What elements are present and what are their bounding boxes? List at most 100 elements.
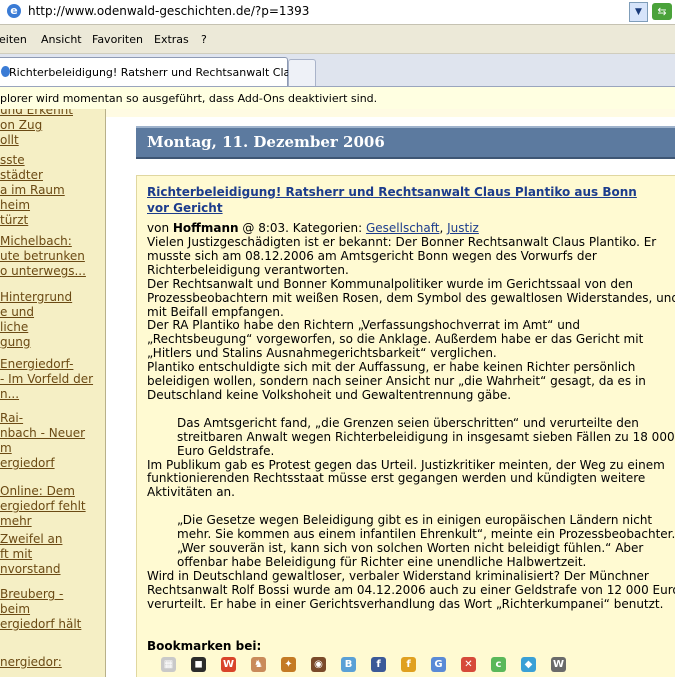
sidebar-link-line: mehr xyxy=(0,514,32,528)
sidebar-link-line: beim xyxy=(0,602,31,616)
sidebar-link-line: ft mit xyxy=(0,547,33,561)
sidebar-link-line: ergiedorf hält xyxy=(0,617,82,631)
new-tab-button[interactable] xyxy=(288,59,316,86)
menu-item-help[interactable]: ? xyxy=(201,33,207,46)
post: Richterbeleidigung! Ratsherr und Rechtsa… xyxy=(136,175,675,677)
post-body: Vielen Justizgeschädigten ist er bekannt… xyxy=(147,235,675,611)
sidebar-link-line: m xyxy=(0,441,12,455)
ie-page-icon: e xyxy=(7,4,21,18)
tab-title: Richterbeleidigung! Ratsherr und Rechtsa… xyxy=(9,66,317,79)
sidebar-link-line: Hintergrund xyxy=(0,290,73,304)
sidebar-link-line: Zweifel an xyxy=(0,532,63,546)
sidebar-link[interactable]: Energiedorf- - Im Vorfeld der n... xyxy=(0,357,93,402)
post-paragraph: Plantiko entschuldigte sich mit der Auff… xyxy=(147,360,646,402)
sidebar-link[interactable]: nergiedor: xyxy=(0,655,62,670)
menu-item-extras[interactable]: Extras xyxy=(154,33,189,46)
sidebar-link-line: ollt xyxy=(0,133,19,147)
sidebar-link[interactable]: sste städter a im Raum heim türzt xyxy=(0,153,65,228)
post-paragraph: Der Rechtsanwalt und Bonner Kommunalpoli… xyxy=(147,276,675,319)
sidebar-link-line: Rai- xyxy=(0,411,24,425)
tab-bar: Richterbeleidigung! Ratsherr und Rechtsa… xyxy=(0,54,675,87)
address-bar[interactable]: e http://www.odenwald-geschichten.de/?p=… xyxy=(0,0,675,25)
favoriten-icon[interactable]: f xyxy=(401,657,416,672)
sidebar-link-line: heim xyxy=(0,198,31,212)
delicious-icon[interactable]: ▦ xyxy=(161,657,176,672)
post-meta: von Hoffmann @ 8:03. Kategorien: Gesells… xyxy=(147,221,479,235)
post-paragraph: Im Publikum gab es Protest gegen das Urt… xyxy=(147,457,665,500)
facebook-icon[interactable]: f xyxy=(371,657,386,672)
mrwong-icon[interactable]: ◼ xyxy=(191,657,206,672)
category-link-justiz[interactable]: Justiz xyxy=(447,221,479,235)
page-viewport: und Erkennt on Zug ollt sste städter a im Rau… xyxy=(0,109,675,677)
meta-mid: @ 8:03. Kategorien: xyxy=(238,221,366,235)
post-paragraph: Wird in Deutschland gewaltloser, verbale… xyxy=(147,568,675,611)
menu-item-ansicht[interactable]: Ansicht xyxy=(41,33,82,46)
sidebar-link-line: ute betrunken xyxy=(0,249,85,263)
sidebar-link-line: e und xyxy=(0,305,35,319)
sidebar-link-line: sste xyxy=(0,153,25,167)
date-header-text: Montag, 11. Dezember 2006 xyxy=(147,133,385,151)
sidebar-link-line: ergiedorf fehlt xyxy=(0,499,86,513)
sidebar-link-line: o unterwegs... xyxy=(0,264,86,278)
sidebar-link[interactable]: Online: Dem ergiedorf fehlt mehr xyxy=(0,484,86,529)
sidebar-link-line: und Erkennt xyxy=(0,109,73,117)
folkd-icon[interactable]: ✦ xyxy=(281,657,296,672)
sidebar-link-line: nbach - Neuer xyxy=(0,426,86,440)
sidebar-link-line: n... xyxy=(0,387,20,401)
post-spacer xyxy=(147,403,675,417)
yigg-icon[interactable]: ♞ xyxy=(251,657,266,672)
go-refresh-icon[interactable]: ⇆ xyxy=(652,3,672,20)
post-paragraph: Das Amtsgericht fand, „die Grenzen seien… xyxy=(177,415,675,458)
info-bar-text: plorer wird momentan so ausgeführt, dass… xyxy=(0,92,378,105)
date-header: Montag, 11. Dezember 2006 xyxy=(136,126,675,159)
sidebar-link[interactable]: Hintergrund e und liche gung xyxy=(0,290,72,350)
post-paragraph: „Die Gesetze wegen Beleidigung gibt es i… xyxy=(177,513,675,569)
sidebar-link-line: nvorstand xyxy=(0,562,61,576)
post-title-link[interactable]: Richterbeleidigung! Ratsherr und Rechtsa… xyxy=(147,184,647,216)
twitter-icon[interactable]: c xyxy=(491,657,506,672)
sidebar-link[interactable]: Michelbach: ute betrunken o unterwegs... xyxy=(0,234,86,279)
sidebar-link[interactable]: und Erkennt on Zug ollt xyxy=(0,109,73,148)
diigo-icon[interactable]: ◆ xyxy=(521,657,536,672)
stumble-icon[interactable]: ✕ xyxy=(461,657,476,672)
sidebar-link-line: Energiedorf- xyxy=(0,357,74,371)
sidebar-link[interactable]: Rai-nbach - Neuer m ergiedorf xyxy=(0,411,85,471)
bookmarks-label: Bookmarken bei: xyxy=(147,639,262,653)
sidebar-link-line: nergiedor: xyxy=(0,655,62,669)
sidebar-link-line: türzt xyxy=(0,213,29,227)
sidebar-link[interactable]: Zweifel an ft mit nvorstand xyxy=(0,532,62,577)
sidebar-link-line: städter xyxy=(0,168,43,182)
sidebar-link-line: Michelbach: xyxy=(0,234,72,248)
category-separator: , xyxy=(439,221,448,235)
sidebar: und Erkennt on Zug ollt sste städter a im Rau… xyxy=(0,109,106,677)
post-paragraph: Der RA Plantiko habe den Richtern „Verfa… xyxy=(147,318,644,361)
info-bar[interactable]: plorer wird momentan so ausgeführt, dass… xyxy=(0,87,675,110)
sidebar-link-line: on Zug xyxy=(0,118,43,132)
address-url[interactable]: http://www.odenwald-geschichten.de/?p=13… xyxy=(28,4,309,18)
category-link-gesellschaft[interactable]: Gesellschaft xyxy=(366,221,440,235)
linkarena-icon[interactable]: ◉ xyxy=(311,657,326,672)
meta-prefix: von xyxy=(147,221,173,235)
sidebar-link-line: a im Raum xyxy=(0,183,65,197)
main-content: Montag, 11. Dezember 2006 Richterbeleidi… xyxy=(106,109,675,677)
blinklist-icon[interactable]: B xyxy=(341,657,356,672)
sidebar-link[interactable]: Breuberg - beim ergiedorf hält xyxy=(0,587,81,632)
webnews-icon[interactable]: W xyxy=(221,657,236,672)
sidebar-link-line: ergiedorf xyxy=(0,456,55,470)
sidebar-link-line: - Im Vorfeld der xyxy=(0,372,94,386)
menu-bar: eiten Ansicht Favoriten Extras ? xyxy=(0,25,675,54)
post-author: Hoffmann xyxy=(172,221,239,235)
tab-active[interactable]: Richterbeleidigung! Ratsherr und Rechtsa… xyxy=(0,57,317,86)
menu-item-favoriten[interactable]: Favoriten xyxy=(92,33,143,46)
menu-item-bearbeiten[interactable]: eiten xyxy=(0,33,27,46)
address-dropdown-icon[interactable]: ▼ xyxy=(629,2,648,22)
sidebar-link-line: gung xyxy=(0,335,31,349)
sidebar-link-line: liche xyxy=(0,320,29,334)
sidebar-link-line: Online: Dem xyxy=(0,484,75,498)
wikio-icon[interactable]: W xyxy=(551,657,566,672)
post-spacer xyxy=(147,500,675,514)
sidebar-link-line: Breuberg - xyxy=(0,587,64,601)
post-paragraph: Vielen Justizgeschädigten ist er bekannt… xyxy=(147,235,657,277)
top-stripe xyxy=(106,109,675,117)
google-icon[interactable]: G xyxy=(431,657,446,672)
